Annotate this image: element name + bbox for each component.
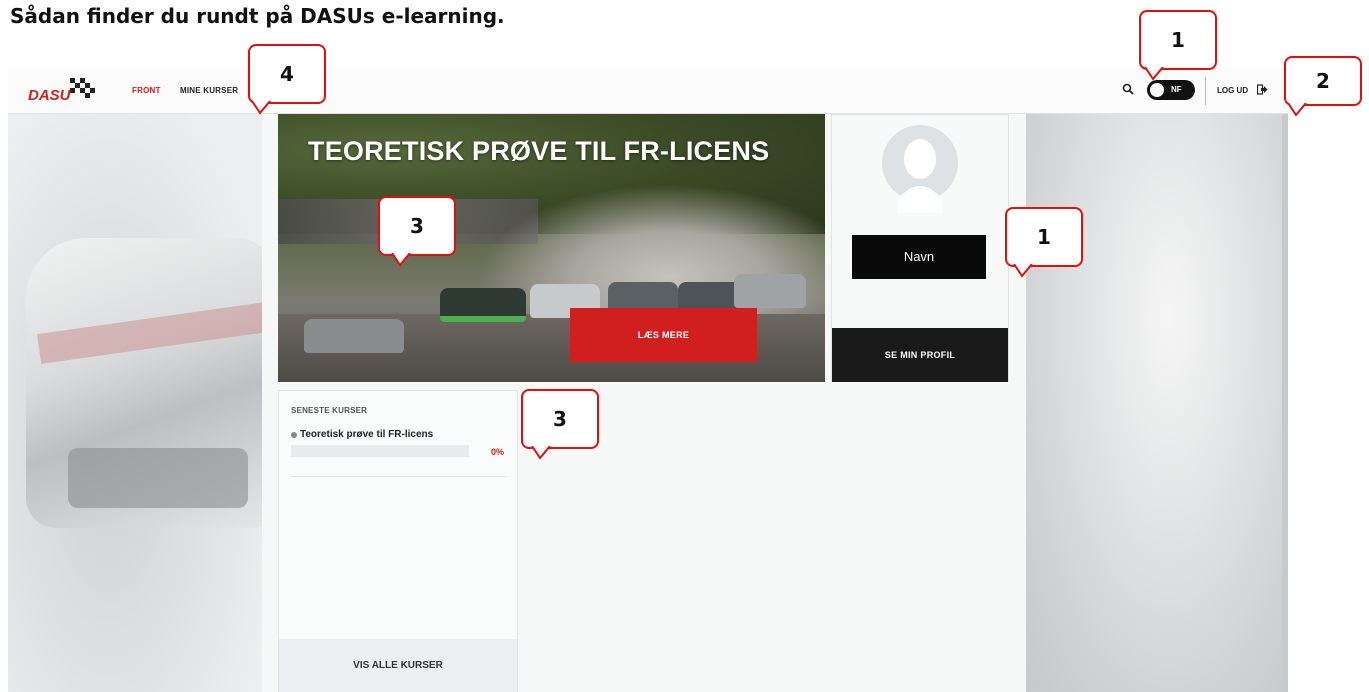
callout-tail bbox=[1144, 67, 1164, 81]
view-profile-button[interactable]: SE MIN PROFIL bbox=[832, 328, 1008, 382]
callout-tail bbox=[531, 446, 551, 460]
toggle-label: NF bbox=[1171, 85, 1182, 94]
document-heading: Sådan finder du rundt på DASUs e-learnin… bbox=[10, 4, 505, 28]
dasu-logo[interactable]: DASU bbox=[26, 76, 104, 106]
callout-number: 1 bbox=[1171, 28, 1185, 52]
callout-number: 1 bbox=[1037, 225, 1051, 249]
hero-car bbox=[440, 288, 526, 322]
callout-1-profile: 1 bbox=[1005, 207, 1083, 267]
callout-3-hero: 3 bbox=[378, 196, 456, 256]
callout-number: 2 bbox=[1316, 69, 1330, 93]
callout-4: 4 bbox=[248, 44, 326, 104]
hero-car bbox=[734, 274, 806, 308]
callout-number: 4 bbox=[280, 62, 294, 86]
logo-text: DASU bbox=[28, 87, 72, 104]
page-scrollbar[interactable] bbox=[1282, 114, 1288, 692]
avatar-icon bbox=[882, 125, 958, 213]
hero-banner[interactable]: TEORETISK PRØVE TIL FR-LICENS LÆS MERE bbox=[278, 114, 825, 382]
rally-car-grille bbox=[68, 448, 248, 508]
latest-courses-card: SENESTE KURSER Teoretisk prøve til FR-li… bbox=[278, 390, 518, 692]
callout-2: 2 bbox=[1284, 56, 1362, 106]
callout-number: 3 bbox=[410, 214, 424, 238]
profile-card: Navn SE MIN PROFIL bbox=[831, 114, 1009, 382]
callout-tail bbox=[1287, 103, 1307, 117]
callout-tail bbox=[251, 101, 271, 115]
read-more-button[interactable]: LÆS MERE bbox=[570, 308, 757, 362]
logout-link[interactable]: LOG UD bbox=[1217, 86, 1248, 95]
main-content: TEORETISK PRØVE TIL FR-LICENS LÆS MERE N… bbox=[262, 114, 1026, 692]
checkered-flag-icon bbox=[70, 78, 95, 98]
callout-number: 3 bbox=[553, 407, 567, 431]
hero-title: TEORETISK PRØVE TIL FR-LICENS bbox=[308, 136, 770, 166]
bullet-icon bbox=[291, 432, 297, 438]
course-item[interactable]: Teoretisk prøve til FR-licens 0% bbox=[291, 427, 507, 477]
callout-3-courses: 3 bbox=[521, 389, 599, 449]
logout-icon[interactable] bbox=[1257, 84, 1268, 95]
course-title[interactable]: Teoretisk prøve til FR-licens bbox=[300, 429, 433, 440]
search-icon[interactable] bbox=[1122, 83, 1134, 95]
course-progress-bar bbox=[291, 445, 469, 457]
callout-tail bbox=[1013, 264, 1033, 278]
profile-name: Navn bbox=[852, 235, 986, 279]
callout-tail bbox=[391, 253, 411, 267]
latest-courses-heading: SENESTE KURSER bbox=[291, 406, 368, 415]
course-progress-percent: 0% bbox=[491, 447, 505, 457]
view-all-courses-button[interactable]: VIS ALLE KURSER bbox=[279, 639, 517, 692]
callout-1-top: 1 bbox=[1139, 10, 1217, 70]
nav-divider bbox=[1205, 77, 1206, 105]
nav-front-link[interactable]: FRONT bbox=[132, 86, 161, 95]
hero-car bbox=[304, 319, 404, 353]
background-right bbox=[1026, 114, 1288, 692]
screenshot: DASU FRONT MINE KURSER NF LOG UD TEORETI… bbox=[8, 68, 1288, 692]
nav-my-courses-link[interactable]: MINE KURSER bbox=[180, 86, 238, 95]
top-navigation: DASU FRONT MINE KURSER NF LOG UD bbox=[8, 68, 1288, 114]
